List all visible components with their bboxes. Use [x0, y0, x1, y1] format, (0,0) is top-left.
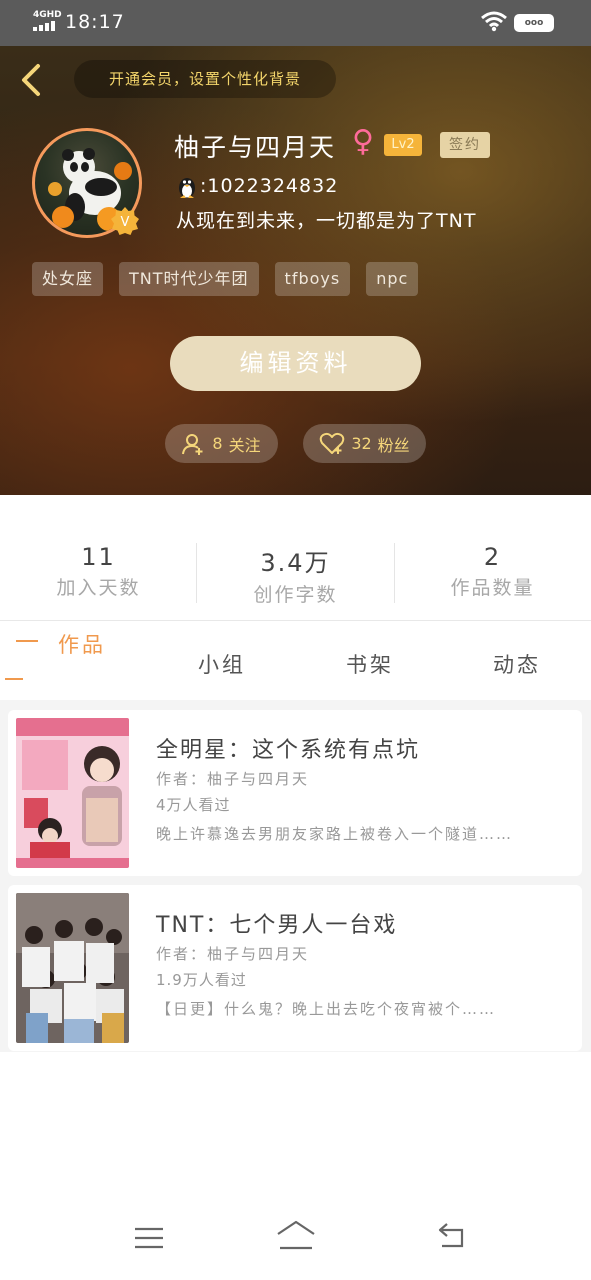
- chevron-left-icon: [22, 64, 40, 96]
- user-add-icon: [182, 433, 203, 455]
- menu-icon: [135, 1227, 163, 1249]
- work-description: 【日更】什么鬼？晚上出去吃个夜宵被个……: [156, 1000, 497, 1018]
- tag-item[interactable]: tfboys: [274, 262, 351, 296]
- tab-indicator: [16, 640, 38, 642]
- bio-text: 从现在到未来，一切都是为了TNT: [176, 210, 477, 232]
- svg-text:V: V: [121, 215, 130, 230]
- tag-list: 处女座 TNT时代少年团 tfboys npc: [32, 262, 419, 296]
- wifi-icon: [480, 10, 508, 36]
- signal-icon: [33, 21, 55, 31]
- female-gender-icon: ♀: [352, 124, 374, 159]
- stat-value: 3.4万: [260, 549, 331, 577]
- system-nav-bar: [0, 1190, 591, 1280]
- network-type: 4GHD: [33, 10, 62, 20]
- username: 柚子与四月天: [174, 133, 337, 162]
- works-list: 全明星：这个系统有点坑 作者：柚子与四月天 4万人看过 晚上许慕逸去男朋友家路上…: [0, 700, 591, 1052]
- cover-image: [16, 718, 129, 868]
- tab-bookshelf[interactable]: 书架: [346, 649, 394, 679]
- fans-label: 粉丝: [377, 435, 410, 455]
- signed-badge: 签约: [440, 132, 490, 158]
- menu-button[interactable]: [134, 1226, 164, 1254]
- work-card[interactable]: TNT：七个男人一台戏 作者：柚子与四月天 1.9万人看过 【日更】什么鬼？晚上…: [8, 885, 582, 1051]
- tag-item[interactable]: npc: [366, 262, 419, 296]
- fans-button[interactable]: 32 粉丝: [303, 424, 426, 463]
- fans-count: 32: [351, 434, 372, 453]
- tag-item[interactable]: TNT时代少年团: [119, 262, 259, 296]
- work-author: 作者：柚子与四月天: [156, 945, 310, 963]
- work-title: 全明星：这个系统有点坑: [156, 738, 421, 763]
- stat-join-days: 11 加入天数: [0, 543, 197, 600]
- work-views: 4万人看过: [156, 796, 231, 814]
- work-cover: [16, 718, 129, 868]
- following-button[interactable]: 8 关注: [165, 424, 278, 463]
- work-views: 1.9万人看过: [156, 971, 247, 989]
- tab-indicator: [5, 678, 23, 680]
- back-button[interactable]: [12, 60, 52, 100]
- stat-works-count: 2 作品数量: [394, 543, 591, 600]
- vip-background-prompt[interactable]: 开通会员，设置个性化背景: [74, 60, 336, 98]
- home-button[interactable]: [276, 1220, 316, 1256]
- tab-groups[interactable]: 小组: [198, 649, 246, 679]
- stat-label: 创作字数: [253, 584, 338, 606]
- heart-add-icon: [320, 432, 345, 454]
- work-title: TNT：七个男人一台戏: [156, 913, 398, 938]
- tag-item[interactable]: 处女座: [32, 262, 104, 296]
- following-count: 8: [212, 434, 223, 453]
- tab-works[interactable]: 作品: [58, 629, 106, 659]
- qq-number: :1022324832: [200, 175, 339, 197]
- stat-label: 作品数量: [450, 577, 535, 599]
- tab-activity[interactable]: 动态: [493, 649, 541, 679]
- stat-word-count: 3.4万 创作字数: [197, 543, 394, 607]
- following-label: 关注: [228, 435, 261, 455]
- stat-value: 11: [81, 543, 116, 571]
- back-nav-button[interactable]: [436, 1222, 466, 1254]
- clock: 18:17: [65, 11, 125, 33]
- return-icon: [438, 1223, 464, 1248]
- edit-profile-button[interactable]: 编辑资料: [170, 336, 421, 391]
- work-cover: [16, 893, 129, 1043]
- battery-icon: ooo: [514, 14, 554, 32]
- work-author: 作者：柚子与四月天: [156, 770, 310, 788]
- qq-penguin-icon: [176, 174, 198, 204]
- cover-image: [16, 893, 129, 1043]
- stat-value: 2: [483, 543, 502, 571]
- work-card[interactable]: 全明星：这个系统有点坑 作者：柚子与四月天 4万人看过 晚上许慕逸去男朋友家路上…: [8, 710, 582, 876]
- home-icon: [277, 1220, 315, 1250]
- profile-header: 开通会员，设置个性化背景 V 柚子与四月天 ♀ Lv2 签约 :10223248…: [0, 46, 591, 495]
- profile-tabs: 作品 小组 书架 动态: [0, 620, 591, 700]
- stat-label: 加入天数: [56, 577, 141, 599]
- level-badge: Lv2: [384, 134, 422, 156]
- status-bar: 4GHD 18:17 ooo: [0, 0, 591, 46]
- work-description: 晚上许慕逸去男朋友家路上被卷入一个隧道……: [156, 825, 514, 843]
- stats-row: 11 加入天数 3.4万 创作字数 2 作品数量: [0, 495, 591, 620]
- verified-v-icon: V: [110, 206, 140, 236]
